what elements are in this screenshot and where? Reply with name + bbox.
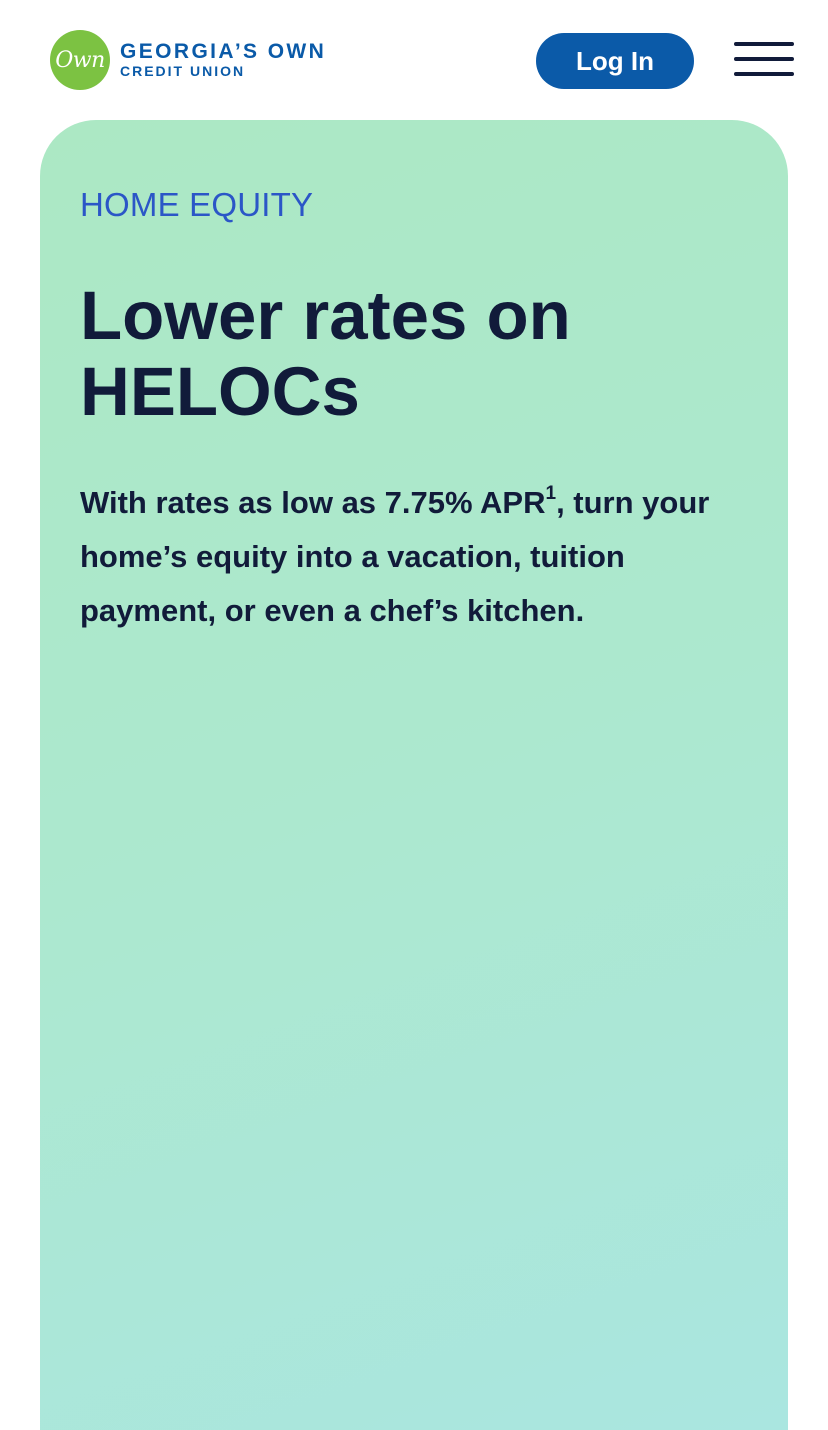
logo-line-1: GEORGIA’S OWN	[120, 40, 327, 63]
footnote-marker[interactable]: 1	[545, 483, 556, 504]
body-intro: With rates as low as	[80, 485, 385, 520]
logo-wordmark: GEORGIA’S OWN CREDIT UNION	[120, 40, 327, 80]
menu-bar-middle	[734, 57, 794, 61]
login-button[interactable]: Log In	[536, 33, 694, 89]
rate-value: 7.75% APR	[384, 485, 546, 520]
logo-mark: Own	[50, 30, 110, 90]
hero-body: With rates as low as 7.75% APR1, turn yo…	[80, 476, 760, 638]
logo-line-2: CREDIT UNION	[120, 63, 246, 79]
menu-bar-bottom	[734, 72, 794, 76]
hero-headline: Lower rates on HELOCs	[80, 277, 571, 430]
site-header: Own GEORGIA’S OWN CREDIT UNION Log In	[0, 0, 828, 120]
georgias-own-logo[interactable]: Own GEORGIA’S OWN CREDIT UNION	[50, 30, 326, 90]
menu-bar-top	[734, 42, 794, 46]
hero-eyebrow: HOME EQUITY	[80, 186, 314, 223]
hamburger-icon[interactable]	[734, 42, 794, 76]
hero-panel: HOME EQUITY Lower rates on HELOCs With r…	[40, 120, 788, 1430]
